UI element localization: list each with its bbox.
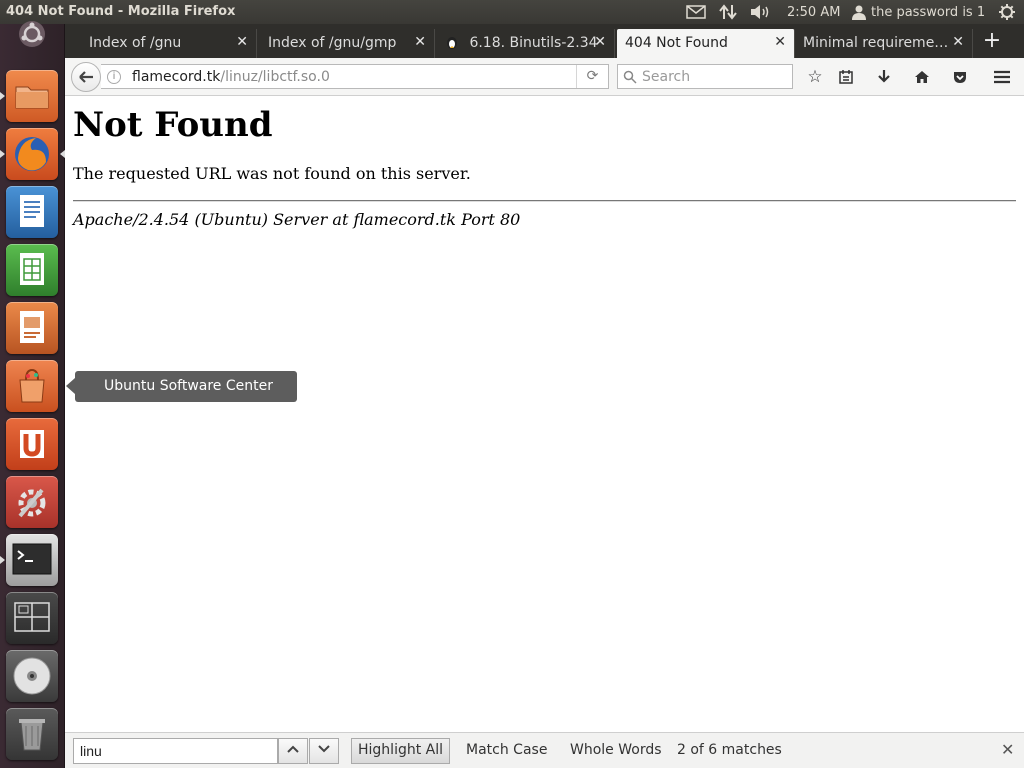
user-label: the password is 1 — [871, 4, 986, 20]
mail-icon[interactable] — [686, 3, 706, 21]
chevron-up-icon — [287, 745, 299, 753]
tab-label: 404 Not Found — [625, 35, 728, 51]
url-domain: flamecord.tk — [132, 69, 221, 85]
pocket-icon[interactable] — [948, 66, 972, 88]
firefox-icon[interactable] — [6, 128, 58, 180]
tab-label: 6.18. Binutils-2.34 — [469, 35, 598, 51]
url-path: /linuz/libctf.so.0 — [220, 69, 330, 85]
tab-binutils[interactable]: 6.18. Binutils-2.34 ✕ — [435, 29, 615, 58]
whole-words-toggle[interactable]: Whole Words — [570, 742, 662, 758]
tab-label: Minimal requireme… — [803, 35, 949, 51]
reading-list-icon[interactable] — [834, 66, 858, 88]
running-indicator — [0, 92, 5, 100]
close-tab-icon[interactable]: ✕ — [952, 34, 964, 50]
running-indicator — [0, 150, 5, 158]
clock[interactable]: 2:50 AM — [787, 3, 840, 21]
user-menu[interactable]: the password is 1 — [852, 3, 985, 21]
nav-bar: i flamecord.tk/linuz/libctf.so.0 ⟳ Searc… — [65, 58, 1024, 96]
search-icon — [623, 70, 637, 84]
libreoffice-impress-icon[interactable] — [6, 302, 58, 354]
close-find-bar-icon[interactable]: ✕ — [1001, 740, 1014, 759]
search-box[interactable]: Search — [617, 64, 793, 89]
tab-404-not-found[interactable]: 404 Not Found ✕ — [617, 29, 795, 58]
tab-strip: Index of /gnu ✕ Index of /gnu/gmp ✕ 6.18… — [65, 24, 1024, 58]
find-bar: Highlight All Match Case Whole Words 2 o… — [65, 732, 1024, 768]
libreoffice-writer-icon[interactable] — [6, 186, 58, 238]
system-settings-icon[interactable] — [6, 476, 58, 528]
page-message: The requested URL was not found on this … — [73, 164, 471, 183]
reload-icon[interactable]: ⟳ — [576, 65, 608, 88]
close-tab-icon[interactable]: ✕ — [594, 34, 606, 50]
trash-icon[interactable] — [6, 708, 58, 760]
libreoffice-calc-icon[interactable] — [6, 244, 58, 296]
user-icon — [852, 5, 866, 20]
close-tab-icon[interactable]: ✕ — [414, 34, 426, 50]
hamburger-menu-icon[interactable] — [990, 66, 1014, 88]
url-text[interactable]: flamecord.tk/linuz/libctf.so.0 — [132, 69, 330, 85]
tab-minimal-requirements[interactable]: Minimal requireme… ✕ — [795, 29, 973, 58]
terminal-icon[interactable] — [6, 534, 58, 586]
home-icon[interactable] — [910, 66, 934, 88]
tab-index-gnu-gmp[interactable]: Index of /gnu/gmp ✕ — [257, 29, 435, 58]
back-arrow-icon — [79, 71, 93, 83]
tab-favicon-icon — [447, 37, 457, 49]
bookmark-star-icon[interactable]: ☆ — [803, 66, 827, 88]
url-bar[interactable]: i flamecord.tk/linuz/libctf.so.0 ⟳ — [101, 64, 609, 89]
power-gear-icon[interactable] — [998, 3, 1016, 21]
volume-icon[interactable] — [750, 3, 772, 21]
tab-label: Index of /gnu — [89, 35, 182, 51]
info-icon[interactable]: i — [107, 70, 121, 84]
running-indicator — [0, 556, 5, 564]
tab-index-gnu[interactable]: Index of /gnu ✕ — [67, 29, 257, 58]
chevron-down-icon — [318, 745, 330, 753]
page-content: Not Found The requested URL was not foun… — [65, 97, 1024, 732]
launcher-tooltip: Ubuntu Software Center — [66, 371, 297, 402]
new-tab-button[interactable]: + — [979, 30, 1005, 54]
window-title: 404 Not Found - Mozilla Firefox — [6, 4, 236, 19]
horizontal-rule — [73, 200, 1016, 202]
downloads-icon[interactable] — [872, 66, 896, 88]
server-signature: Apache/2.4.54 (Ubuntu) Server at flameco… — [73, 210, 521, 229]
top-panel: 404 Not Found - Mozilla Firefox 2:50 AM … — [0, 0, 1024, 24]
launcher — [0, 21, 65, 768]
find-input[interactable] — [73, 738, 278, 764]
close-tab-icon[interactable]: ✕ — [236, 34, 248, 50]
ubuntu-one-icon[interactable] — [6, 418, 58, 470]
find-previous-button[interactable] — [278, 738, 308, 764]
software-center-icon[interactable] — [6, 360, 58, 412]
back-button[interactable] — [71, 62, 101, 92]
files-icon[interactable] — [6, 70, 58, 122]
dvd-icon[interactable] — [6, 650, 58, 702]
find-status: 2 of 6 matches — [677, 742, 782, 758]
workspace-switcher-icon[interactable] — [6, 592, 58, 644]
close-tab-icon[interactable]: ✕ — [774, 34, 786, 50]
network-icon[interactable] — [719, 3, 737, 21]
page-heading: Not Found — [73, 105, 273, 145]
search-placeholder: Search — [642, 69, 691, 85]
highlight-all-button[interactable]: Highlight All — [351, 738, 451, 764]
tab-label: Index of /gnu/gmp — [268, 35, 397, 51]
find-next-button[interactable] — [309, 738, 339, 764]
dash-home-icon[interactable] — [6, 20, 58, 72]
match-case-toggle[interactable]: Match Case — [466, 742, 547, 758]
